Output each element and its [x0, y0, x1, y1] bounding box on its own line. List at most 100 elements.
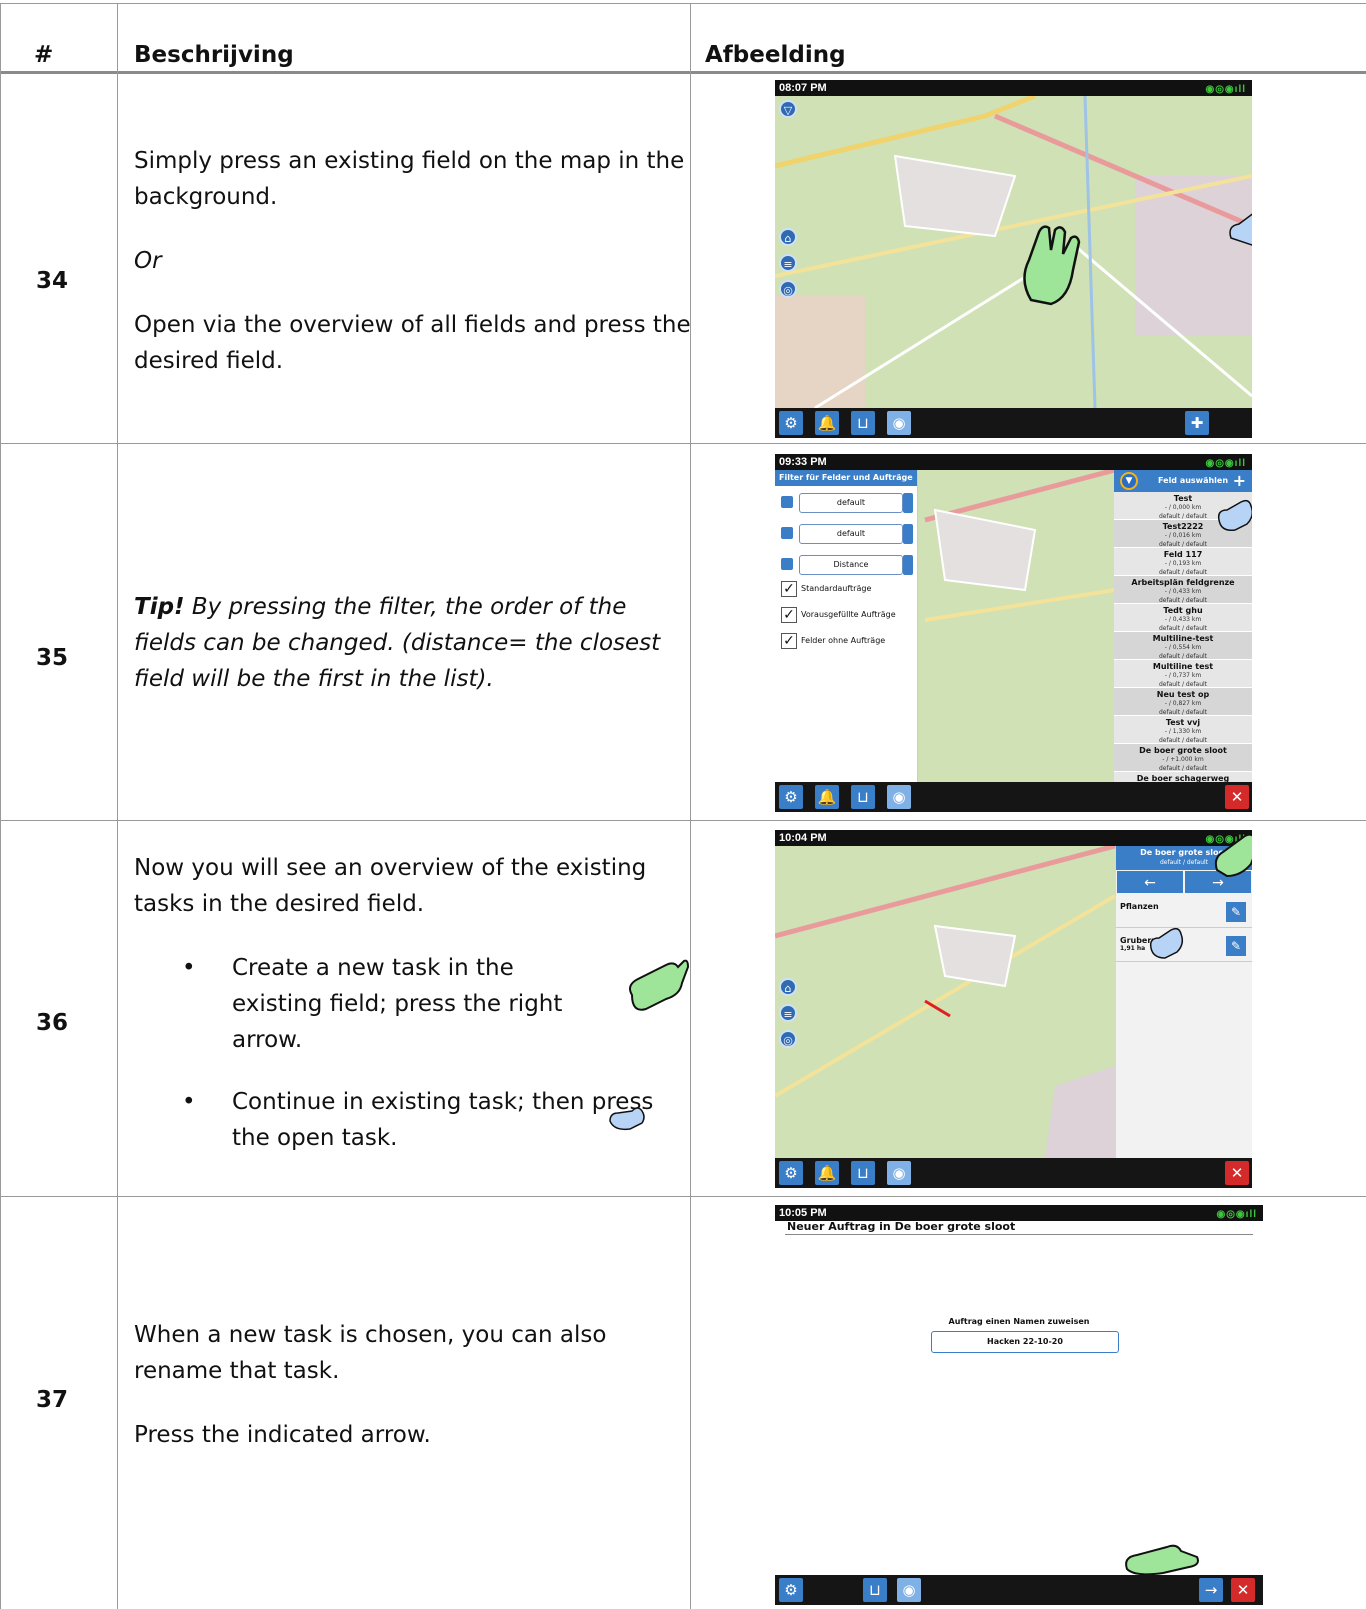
header-bottom-line	[0, 71, 1366, 74]
task-panel: De boer grote sloot default / default ← …	[1116, 846, 1252, 1158]
field-list-item[interactable]: Multiline test - / 0,737 km default / defa…	[1114, 660, 1252, 688]
settings-icon[interactable]: ⚙	[779, 1578, 803, 1602]
field-list-item[interactable]: Arbeitsplän feldgrenze - / 0,433 km defaul…	[1114, 576, 1252, 604]
spinner-icon[interactable]	[903, 493, 913, 513]
sort-select[interactable]: Distance	[799, 555, 903, 575]
task-name-input[interactable]: Hacken 22-10-20	[931, 1331, 1119, 1353]
camera-icon[interactable]: ◉	[897, 1578, 921, 1602]
bell-icon[interactable]: 🔔	[815, 785, 839, 809]
edit-icon[interactable]: ✎	[1226, 902, 1246, 922]
field-list-item[interactable]: Test vvj - / 1,330 km default / default	[1114, 716, 1252, 744]
camera-icon[interactable]: ◉	[887, 1161, 911, 1185]
screenshot-rename-task: 10:05 PM ◉◎◉ıll Neuer Auftrag in De boer …	[775, 1205, 1263, 1605]
bottom-toolbar: ⚙ 🔔 ⊔ ◉ ✕	[775, 782, 1252, 812]
checkbox-row[interactable]: ✓ Vorausgefüllte Aufträge	[775, 605, 917, 631]
task-type-icon	[781, 527, 793, 539]
field-list-item[interactable]: Tedt ghu - / 0,433 km default / default	[1114, 604, 1252, 632]
task-item[interactable]: Pflanzen ✎	[1116, 902, 1252, 928]
spinner-icon[interactable]	[903, 555, 913, 575]
bell-icon[interactable]: 🔔	[815, 1161, 839, 1185]
layers-icon[interactable]: ≡	[779, 254, 797, 272]
row-number: 37	[36, 1387, 69, 1413]
field-distance: - / 0,737 km	[1164, 672, 1202, 679]
field-distance: - / 0,554 km	[1164, 644, 1202, 651]
camera-icon[interactable]: ◉	[887, 411, 911, 435]
field-name: Test vvj	[1165, 718, 1201, 727]
row-number: 35	[36, 645, 69, 671]
field-distance: - / 1,330 km	[1164, 728, 1202, 735]
settings-icon[interactable]: ⚙	[779, 785, 803, 809]
status-icons: ◉◎◉ıll	[1216, 1209, 1257, 1220]
checkbox-checked[interactable]: ✓	[781, 581, 797, 597]
status-bar: 10:05 PM ◉◎◉ıll	[775, 1205, 1263, 1221]
ut-icon[interactable]: ⊔	[851, 411, 875, 435]
bullet-item: Create a new task in the existing field;…	[134, 950, 694, 1058]
screenshot-task-overview: 10:04 PM ◉◎◉ıll ⌂ ≡ ◎ De boer grote sloot…	[775, 830, 1252, 1188]
crop-icon	[781, 496, 793, 508]
ut-icon[interactable]: ⊔	[851, 785, 875, 809]
checkbox-row[interactable]: ✓ Felder ohne Aufträge	[775, 631, 917, 657]
hand-pointer-icon	[1125, 1544, 1199, 1576]
field-distance: - / 0,433 km	[1164, 588, 1202, 595]
hand-pointer-icon	[1149, 927, 1184, 959]
description-paragraph: When a new task is chosen, you can also …	[134, 1322, 607, 1384]
header-description: Beschrijving	[134, 42, 294, 68]
table-top-line	[0, 3, 1366, 4]
bottom-toolbar: ⚙ 🔔 ⊔ ◉ ✚	[775, 408, 1252, 438]
add-icon[interactable]: +	[1233, 470, 1246, 492]
checkbox-label: Vorausgefüllte Aufträge	[801, 610, 896, 619]
field-list-item[interactable]: Feld 117- / 0,193 km default / default	[1114, 548, 1252, 576]
bell-icon[interactable]: 🔔	[815, 411, 839, 435]
checkbox-row[interactable]: ✓ Standardaufträge	[775, 579, 917, 605]
camera-icon[interactable]: ◉	[887, 785, 911, 809]
map-background	[775, 96, 1252, 408]
sort-icon	[781, 558, 793, 570]
field-list-item[interactable]: Multiline-test - / 0,554 km default / defa…	[1114, 632, 1252, 660]
hand-pointer-icon	[609, 1107, 645, 1131]
field-name: Feld 117	[1163, 550, 1203, 559]
settings-icon[interactable]: ⚙	[779, 411, 803, 435]
tip-text: By pressing the filter, the order of the…	[134, 594, 661, 692]
close-icon[interactable]: ✕	[1225, 785, 1249, 809]
ut-icon[interactable]: ⊔	[863, 1578, 887, 1602]
hand-pointer-icon	[1229, 213, 1252, 246]
checkbox-checked[interactable]: ✓	[781, 633, 797, 649]
home-icon[interactable]: ⌂	[779, 978, 797, 996]
description-paragraph: Now you will see an overview of the exis…	[134, 855, 647, 917]
field-list-item[interactable]: Neu test op - / 0,827 km default / default	[1114, 688, 1252, 716]
status-bar: 10:04 PM ◉◎◉ıll	[775, 830, 1252, 846]
header-image: Afbeelding	[705, 42, 846, 68]
settings-icon[interactable]: ⚙	[779, 1161, 803, 1185]
filter-icon[interactable]: ▼	[1120, 472, 1138, 490]
spinner-icon[interactable]	[903, 524, 913, 544]
locate-icon[interactable]: ◎	[779, 280, 797, 298]
checkbox-label: Standardaufträge	[801, 584, 872, 593]
description-paragraph: Or	[134, 248, 162, 274]
field-distance: - / 0,193 km	[1164, 560, 1202, 567]
task-type-select[interactable]: default	[799, 524, 903, 544]
field-name: De boer grote sloot	[1139, 746, 1227, 755]
row-line-35	[0, 820, 1366, 821]
col-line-1	[0, 3, 1, 1609]
layers-icon[interactable]: ≡	[779, 1004, 797, 1022]
edit-icon[interactable]: ✎	[1226, 936, 1246, 956]
description-paragraph: Press the indicated arrow.	[134, 1422, 431, 1448]
add-field-icon[interactable]: ✚	[1185, 411, 1209, 435]
home-icon[interactable]: ⌂	[779, 228, 797, 246]
crop-select[interactable]: default	[799, 493, 903, 513]
field-name: Arbeitsplän feldgrenze	[1131, 578, 1235, 587]
row-number: 36	[36, 1010, 69, 1036]
checkbox-checked[interactable]: ✓	[781, 607, 797, 623]
hand-pointer-icon	[1214, 833, 1252, 878]
filter-icon[interactable]: ▽	[779, 100, 797, 118]
field-list-item[interactable]: De boer grote sloot - / +1.000 km default …	[1114, 744, 1252, 772]
arrow-right-icon[interactable]: →	[1199, 1578, 1223, 1602]
ut-icon[interactable]: ⊔	[851, 1161, 875, 1185]
row-description: When a new task is chosen, you can also …	[134, 1317, 694, 1481]
arrow-left-icon[interactable]: ←	[1116, 870, 1184, 894]
header-number: #	[34, 42, 54, 68]
locate-icon[interactable]: ◎	[779, 1030, 797, 1048]
field-distance: - / 0,433 km	[1164, 616, 1202, 623]
close-icon[interactable]: ✕	[1231, 1578, 1255, 1602]
close-icon[interactable]: ✕	[1225, 1161, 1249, 1185]
